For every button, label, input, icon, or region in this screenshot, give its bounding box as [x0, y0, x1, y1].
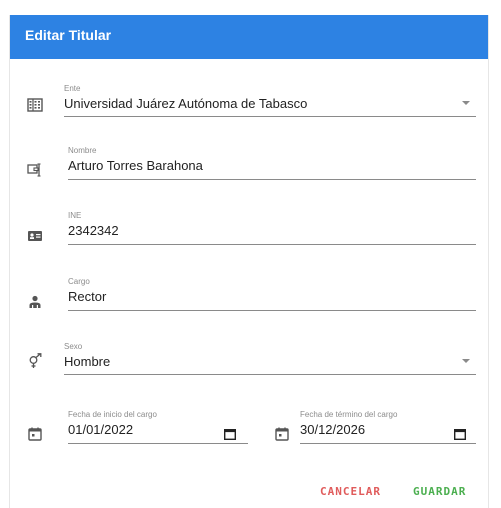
fecha-inicio-label: Fecha de inicio del cargo [68, 410, 157, 419]
sexo-underline [64, 374, 476, 375]
cargo-label: Cargo [68, 277, 90, 286]
cargo-value: Rector [68, 289, 107, 304]
ine-underline [68, 244, 476, 245]
ente-select[interactable]: Ente Universidad Juárez Autónoma de Taba… [64, 84, 476, 117]
ente-label: Ente [64, 84, 81, 93]
chevron-down-icon[interactable] [462, 101, 470, 105]
id-card-horizontal-icon [27, 162, 43, 178]
nombre-value: Arturo Torres Barahona [68, 158, 203, 173]
save-button[interactable]: GUARDAR [413, 485, 466, 498]
nombre-underline [68, 179, 476, 180]
cancel-button[interactable]: CANCELAR [320, 485, 381, 498]
ente-underline [64, 116, 476, 117]
date-picker-icon[interactable] [223, 427, 237, 441]
ine-label: INE [68, 211, 82, 220]
fecha-inicio-field[interactable]: Fecha de inicio del cargo 01/01/2022 [68, 410, 248, 444]
dialog-title: Editar Titular [25, 27, 112, 43]
fecha-inicio-value: 01/01/2022 [68, 422, 134, 437]
fecha-termino-underline [300, 443, 476, 444]
building-icon [27, 97, 43, 113]
date-picker-icon[interactable] [453, 427, 467, 441]
fecha-inicio-underline [68, 443, 248, 444]
fecha-termino-label: Fecha de término del cargo [300, 410, 398, 419]
person-icon [27, 294, 43, 310]
chevron-down-icon[interactable] [462, 359, 470, 363]
badge-icon [27, 228, 43, 244]
gender-icon [27, 353, 43, 369]
fecha-termino-field[interactable]: Fecha de término del cargo 30/12/2026 [300, 410, 476, 444]
calendar-icon [27, 426, 43, 442]
sexo-select[interactable]: Sexo Hombre [64, 342, 476, 375]
dialog-header: Editar Titular [10, 15, 488, 59]
calendar-icon [274, 426, 290, 442]
cargo-underline [68, 310, 476, 311]
edit-titular-dialog: Editar Titular Ente Universidad Juárez A… [9, 15, 489, 508]
sexo-label: Sexo [64, 342, 83, 351]
cargo-field[interactable]: Cargo Rector [68, 277, 476, 311]
ine-field[interactable]: INE 2342342 [68, 211, 476, 245]
ente-value: Universidad Juárez Autónoma de Tabasco [64, 96, 308, 111]
ine-value: 2342342 [68, 223, 119, 238]
sexo-value: Hombre [64, 354, 111, 369]
nombre-label: Nombre [68, 146, 97, 155]
nombre-field[interactable]: Nombre Arturo Torres Barahona [68, 146, 476, 180]
fecha-termino-value: 30/12/2026 [300, 422, 366, 437]
